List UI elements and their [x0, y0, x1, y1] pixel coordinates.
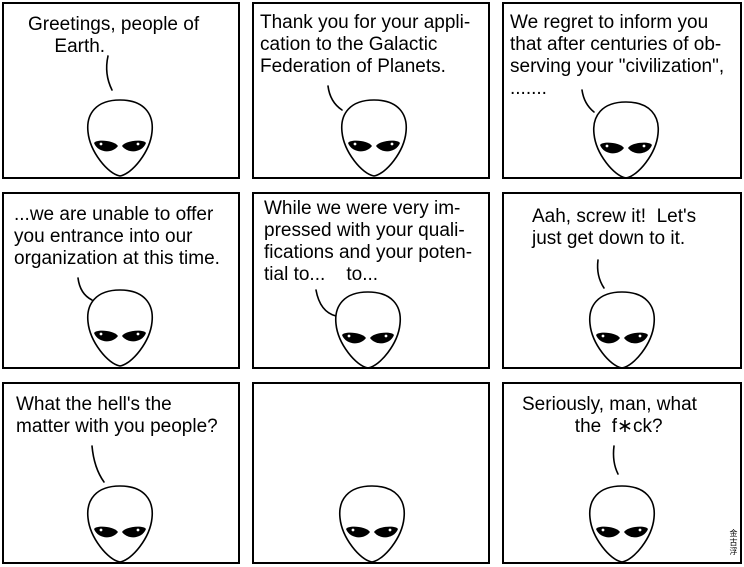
alien-figure: [589, 259, 655, 367]
speech-pointer: [77, 277, 93, 301]
speech-pointer: [105, 55, 113, 91]
artist-signature: 金 古 浮: [729, 529, 738, 556]
speech-pointer: [91, 445, 105, 483]
comic-panel-9: Seriously, man, what the f∗ck? 金 古 浮: [502, 382, 742, 564]
alien-head: [589, 291, 655, 367]
comic-panel-7: What the hell's the matter with you peop…: [2, 382, 240, 564]
speech-pointer: [581, 89, 595, 113]
speech-pointer: [315, 289, 337, 317]
alien-figure: [339, 485, 405, 562]
alien-head: [87, 289, 153, 367]
comic-panel-5: While we were very im- pressed with your…: [252, 192, 490, 369]
alien-head: [87, 99, 153, 177]
comic-panel-3: We regret to inform you that after centu…: [502, 2, 742, 179]
comic-panel-8: [252, 382, 490, 564]
alien-figure: [77, 277, 153, 367]
alien-head: [335, 291, 401, 367]
alien-figure: [581, 89, 659, 177]
comic-panel-2: Thank you for your appli- cation to the …: [252, 2, 490, 179]
alien-head: [341, 99, 407, 177]
alien-head: [593, 101, 659, 177]
alien-head: [339, 485, 405, 562]
alien-figure: [327, 85, 407, 177]
speech-pointer: [612, 445, 619, 475]
alien-head: [589, 485, 655, 562]
alien-head: [87, 485, 153, 562]
comic-panel-1: Greetings, people of Earth.: [2, 2, 240, 179]
speech-pointer: [327, 85, 343, 111]
alien-figure: [87, 445, 153, 562]
alien-figure: [87, 55, 153, 177]
comic-panel-6: Aah, screw it! Let's just get down to it…: [502, 192, 742, 369]
alien-figure: [589, 445, 655, 562]
comic-panel-4: ...we are unable to offer you entrance i…: [2, 192, 240, 369]
alien-figure: [315, 289, 401, 367]
speech-pointer: [596, 259, 605, 289]
